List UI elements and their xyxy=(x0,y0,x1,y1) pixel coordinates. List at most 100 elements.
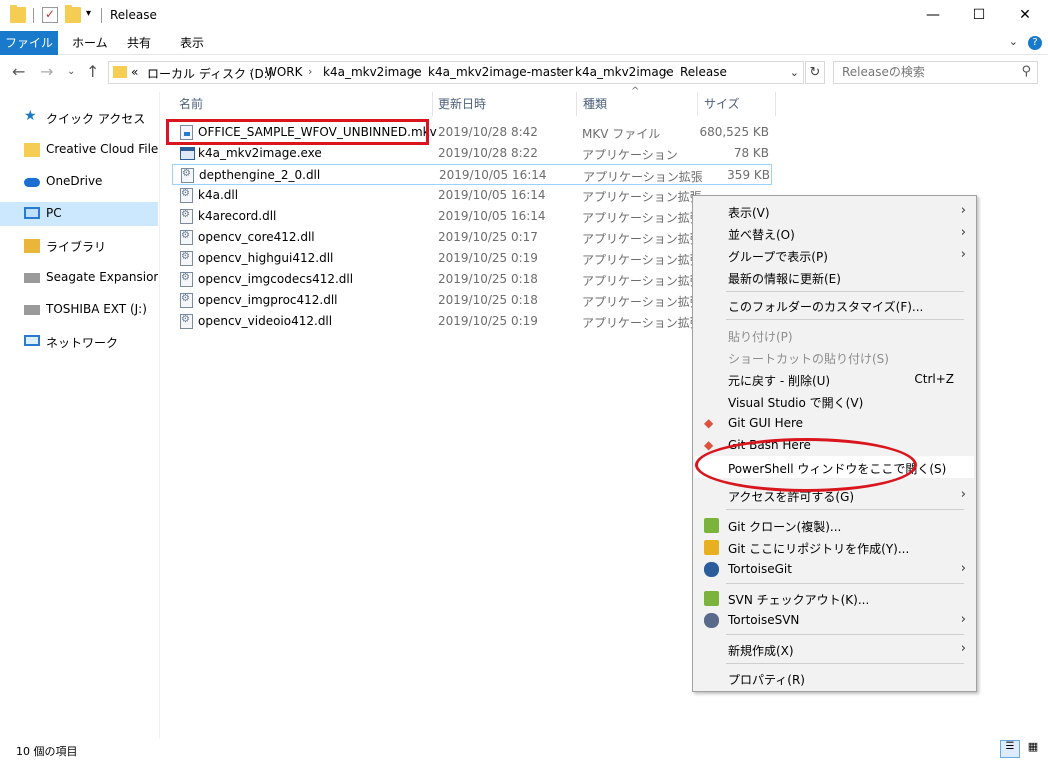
menu-separator xyxy=(726,583,964,584)
menu-item-git-gui[interactable]: ◆ Git GUI Here xyxy=(695,412,974,434)
divider xyxy=(101,8,102,23)
menu-item-label: TortoiseGit xyxy=(728,562,792,576)
menu-item-properties[interactable]: プロパティ(R) xyxy=(695,667,974,689)
file-type: アプリケーション拡張 xyxy=(582,295,702,309)
file-row[interactable]: opencv_imgproc412.dll 2019/10/25 0:18 アプ… xyxy=(172,290,772,311)
nav-item-libraries[interactable]: ライブラリ xyxy=(0,234,158,258)
menu-item-tortoisegit[interactable]: TortoiseGit › xyxy=(695,558,974,580)
breadcrumb-work[interactable]: WORK xyxy=(265,65,303,79)
file-row[interactable]: k4arecord.dll 2019/10/05 16:14 アプリケーション拡… xyxy=(172,206,772,227)
file-date: 2019/10/05 16:14 xyxy=(438,209,546,223)
navigation-bar: ← → ⌄ ↑ « ローカル ディスク (D:) › WORK › k4a_mk… xyxy=(0,58,1048,88)
breadcrumb-k4a-mkv2image-master[interactable]: k4a_mkv2image-master xyxy=(428,65,573,79)
breadcrumb-k4a-mkv2image[interactable]: k4a_mkv2image xyxy=(323,65,422,79)
customize-quick-access-icon[interactable]: ▾ xyxy=(86,8,91,19)
file-size: 359 KB xyxy=(727,168,770,182)
tab-view[interactable]: 表示 xyxy=(168,31,216,55)
menu-item-refresh[interactable]: 最新の情報に更新(E) xyxy=(695,266,974,288)
search-box[interactable]: ⚲ xyxy=(833,61,1038,84)
file-row[interactable]: opencv_core412.dll 2019/10/25 0:17 アプリケー… xyxy=(172,227,772,248)
breadcrumb-k4a-mkv2image-sub[interactable]: k4a_mkv2image xyxy=(575,65,674,79)
up-icon[interactable]: ↑ xyxy=(86,62,99,81)
column-divider[interactable] xyxy=(576,92,577,116)
column-divider[interactable] xyxy=(775,92,776,116)
menu-separator xyxy=(726,291,964,292)
nav-item-label: Creative Cloud Files xyxy=(46,142,158,156)
menu-separator xyxy=(726,509,964,510)
refresh-button[interactable]: ↻ xyxy=(805,61,825,84)
tab-home[interactable]: ホーム xyxy=(60,31,120,55)
nav-item-label: OneDrive xyxy=(46,174,103,188)
menu-item-git-create-repo[interactable]: Git ここにリポジトリを作成(Y)... xyxy=(695,536,974,558)
new-folder-icon[interactable] xyxy=(65,5,81,23)
dll-file-icon xyxy=(180,230,193,245)
chevron-right-icon[interactable]: › xyxy=(664,65,668,78)
menu-item-sort[interactable]: 並べ替え(O) › xyxy=(695,222,974,244)
file-name: k4a_mkv2image.exe xyxy=(198,146,322,160)
file-row[interactable]: opencv_imgcodecs412.dll 2019/10/25 0:18 … xyxy=(172,269,772,290)
file-row[interactable]: opencv_highgui412.dll 2019/10/25 0:19 アプ… xyxy=(172,248,772,269)
menu-item-git-clone[interactable]: Git クローン(複製)... xyxy=(695,514,974,536)
forward-icon[interactable]: → xyxy=(40,62,53,81)
breadcrumb-overflow[interactable]: « xyxy=(131,65,138,79)
nav-item-seagate[interactable]: Seagate Expansion Drive xyxy=(0,266,158,290)
file-row[interactable]: k4a.dll 2019/10/05 16:14 アプリケーション拡張 xyxy=(172,185,772,206)
nav-item-network[interactable]: ネットワーク xyxy=(0,330,158,354)
menu-item-tortoisesvn[interactable]: TortoiseSVN › xyxy=(695,609,974,631)
details-view-icon[interactable]: ☰ xyxy=(1000,740,1020,758)
file-row[interactable]: k4a_mkv2image.exe 2019/10/28 8:22 アプリケーシ… xyxy=(172,143,772,164)
menu-item-group[interactable]: グループで表示(P) › xyxy=(695,244,974,266)
chevron-right-icon: › xyxy=(960,612,966,627)
tortoisesvn-icon xyxy=(704,613,719,628)
menu-item-label: 並べ替え(O) xyxy=(728,228,795,242)
column-header-type[interactable]: 種類 xyxy=(583,95,607,112)
column-divider[interactable] xyxy=(432,92,433,116)
search-icon[interactable]: ⚲ xyxy=(1021,64,1031,79)
annotation-highlight-oval xyxy=(695,438,917,492)
help-icon[interactable]: ? xyxy=(1028,36,1042,50)
chevron-down-icon[interactable]: ⌄ xyxy=(790,66,799,79)
application-icon xyxy=(180,147,195,160)
close-button[interactable]: ✕ xyxy=(1002,0,1048,31)
expand-ribbon-icon[interactable]: ⌄ xyxy=(1009,35,1018,48)
search-input[interactable] xyxy=(842,65,1012,79)
menu-item-new[interactable]: 新規作成(X) › xyxy=(695,638,974,660)
chevron-right-icon[interactable]: › xyxy=(558,65,562,78)
file-type: アプリケーション xyxy=(582,148,678,162)
dll-file-icon xyxy=(180,293,193,308)
menu-item-label: Visual Studio で開く(V) xyxy=(728,396,864,410)
nav-item-onedrive[interactable]: OneDrive xyxy=(0,170,158,194)
column-header-name[interactable]: 名前 xyxy=(179,95,203,112)
column-divider[interactable] xyxy=(697,92,698,116)
file-row[interactable]: opencv_videoio412.dll 2019/10/25 0:19 アプ… xyxy=(172,311,772,332)
back-icon[interactable]: ← xyxy=(12,62,25,81)
menu-item-view[interactable]: 表示(V) › xyxy=(695,200,974,222)
menu-item-customize[interactable]: このフォルダーのカスタマイズ(F)... xyxy=(695,294,974,316)
large-icons-view-icon[interactable]: ▦ xyxy=(1023,740,1043,758)
maximize-button[interactable]: ☐ xyxy=(956,0,1002,31)
file-row[interactable]: depthengine_2_0.dll 2019/10/05 16:14 アプリ… xyxy=(172,164,772,185)
nav-item-toshiba[interactable]: TOSHIBA EXT (J:) xyxy=(0,298,158,322)
column-header-size[interactable]: サイズ xyxy=(704,95,740,112)
properties-icon[interactable]: ✓ xyxy=(42,7,58,23)
nav-item-quick-access[interactable]: ★ クイック アクセス xyxy=(0,106,158,130)
address-bar[interactable]: « ローカル ディスク (D:) › WORK › k4a_mkv2image … xyxy=(108,61,804,84)
breadcrumb-local-disk[interactable]: ローカル ディスク (D:) xyxy=(147,65,272,82)
file-date: 2019/10/28 8:22 xyxy=(438,146,538,160)
recent-locations-icon[interactable]: ⌄ xyxy=(67,66,75,77)
menu-item-open-visual-studio[interactable]: Visual Studio で開く(V) xyxy=(695,390,974,412)
breadcrumb-release[interactable]: Release xyxy=(680,65,727,79)
column-header-date[interactable]: 更新日時 xyxy=(438,95,486,112)
menu-item-undo-delete[interactable]: 元に戻す - 削除(U) Ctrl+Z xyxy=(695,368,974,390)
minimize-button[interactable]: — xyxy=(910,0,956,31)
chevron-right-icon[interactable]: › xyxy=(249,65,253,78)
nav-item-pc[interactable]: PC xyxy=(0,202,158,226)
menu-item-svn-checkout[interactable]: SVN チェックアウト(K)... xyxy=(695,587,974,609)
chevron-right-icon[interactable]: › xyxy=(308,65,312,78)
menu-item-label: グループで表示(P) xyxy=(728,250,828,264)
tab-file[interactable]: ファイル xyxy=(0,31,58,55)
tab-share[interactable]: 共有 xyxy=(115,31,163,55)
chevron-right-icon[interactable]: › xyxy=(412,65,416,78)
nav-item-creative-cloud[interactable]: Creative Cloud Files xyxy=(0,138,158,162)
file-name: opencv_videoio412.dll xyxy=(198,314,333,328)
